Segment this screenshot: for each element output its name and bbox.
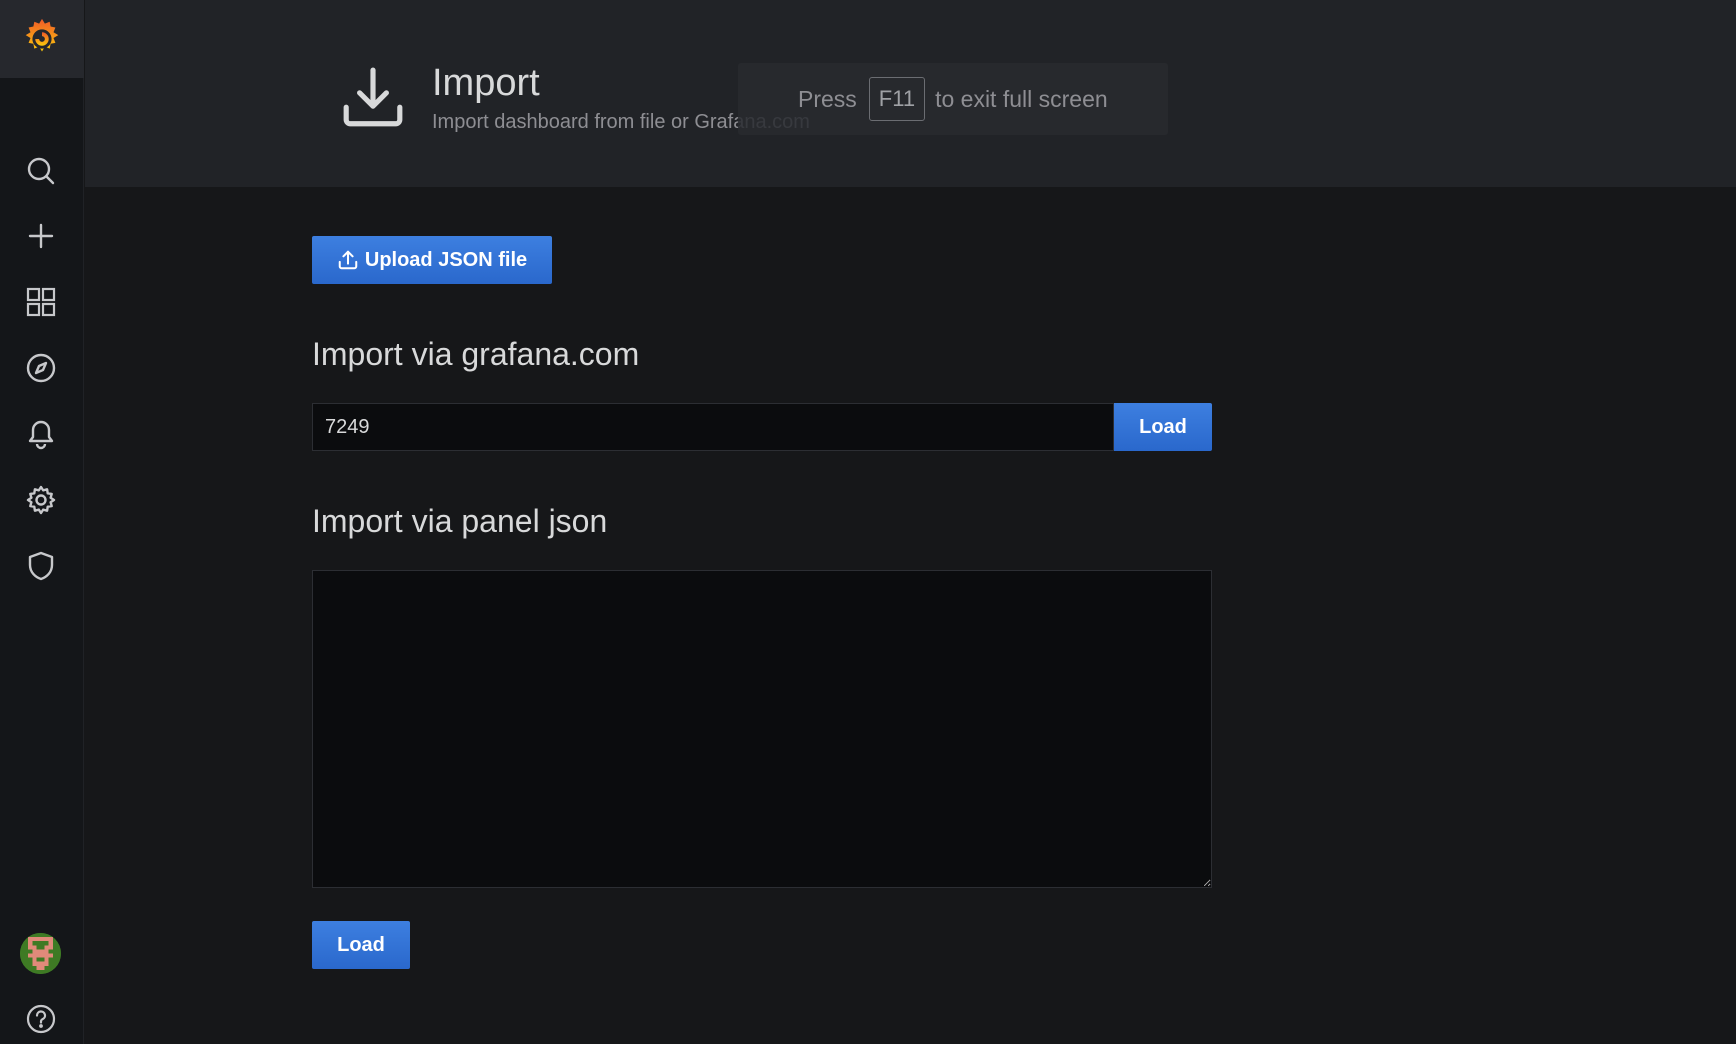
fullscreen-notice: Press F11 to exit full screen	[738, 63, 1168, 135]
page-header: Import Import dashboard from file or Gra…	[85, 0, 1736, 187]
search-icon[interactable]	[20, 150, 62, 192]
plus-icon[interactable]	[20, 215, 62, 257]
grafana-com-id-input[interactable]	[312, 403, 1114, 451]
sidebar	[0, 0, 84, 1044]
grafana-logo-icon	[25, 18, 59, 52]
grafana-com-section-title: Import via grafana.com	[312, 336, 640, 372]
page-title: Import	[432, 62, 540, 104]
f11-key: F11	[868, 77, 926, 121]
panel-json-load-button[interactable]: Load	[312, 921, 410, 969]
alerting-icon[interactable]	[20, 413, 62, 455]
upload-icon	[338, 250, 358, 270]
import-icon	[343, 67, 403, 127]
grafana-logo[interactable]	[0, 0, 84, 78]
upload-json-label: Upload JSON file	[364, 248, 528, 271]
panel-json-section-title: Import via panel json	[312, 503, 608, 539]
user-avatar-icon	[20, 933, 61, 974]
upload-json-button[interactable]: Upload JSON file	[312, 236, 552, 284]
fullscreen-notice-suffix: to exit full screen	[935, 85, 1108, 112]
dashboards-icon[interactable]	[20, 281, 62, 323]
grafana-com-load-button[interactable]: Load	[1114, 403, 1212, 451]
help-icon[interactable]	[20, 998, 62, 1040]
explore-icon[interactable]	[20, 347, 62, 389]
configuration-icon[interactable]	[20, 479, 62, 521]
fullscreen-notice-prefix: Press	[798, 85, 857, 112]
shield-icon[interactable]	[20, 545, 62, 587]
panel-json-textarea[interactable]	[312, 570, 1212, 888]
avatar[interactable]	[20, 933, 61, 974]
